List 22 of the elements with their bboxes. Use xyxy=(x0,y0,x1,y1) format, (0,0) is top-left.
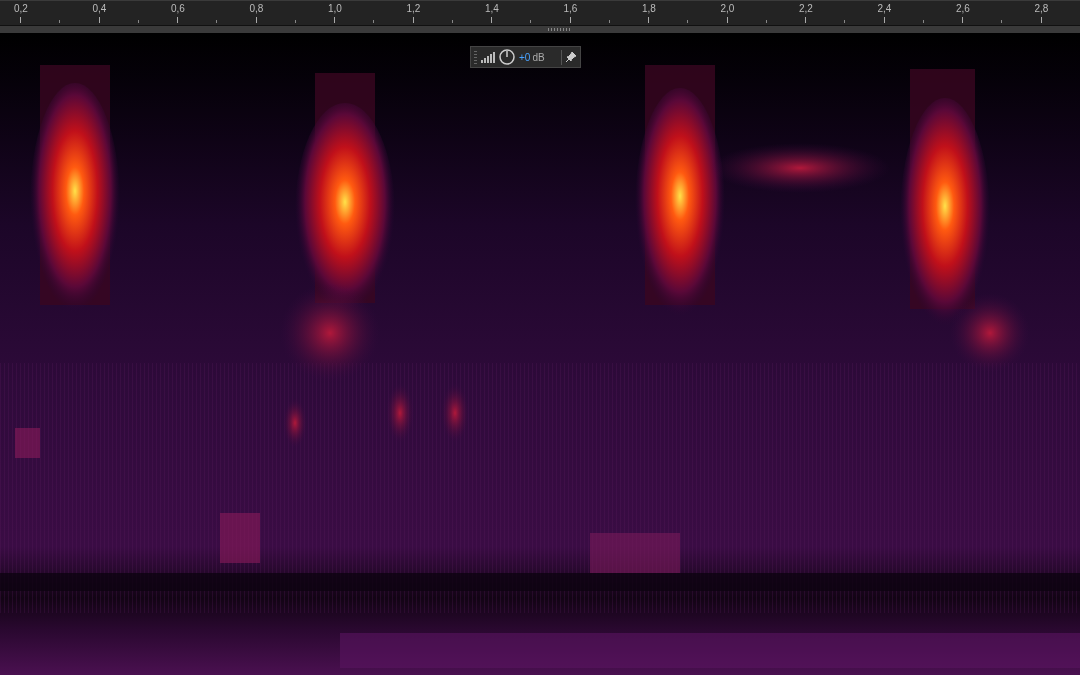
pin-icon[interactable] xyxy=(565,52,576,62)
time-label: 2,0 xyxy=(720,4,735,14)
time-label: 0,6 xyxy=(171,4,185,14)
time-label: 0,4 xyxy=(92,4,107,14)
time-label: 1,4 xyxy=(485,4,499,14)
time-label: 1,6 xyxy=(563,4,578,14)
signal-bars-icon xyxy=(481,51,495,63)
time-label: 1,0 xyxy=(328,4,342,14)
gain-value[interactable]: +0 xyxy=(519,49,531,65)
grip-icon[interactable] xyxy=(474,50,477,64)
time-label: 2,2 xyxy=(799,4,813,14)
volume-knob-icon[interactable] xyxy=(499,49,515,65)
time-label: 2,8 xyxy=(1034,4,1049,14)
time-label: 2,6 xyxy=(956,4,970,14)
time-label: 1,8 xyxy=(642,4,656,14)
time-label: 2,4 xyxy=(877,4,892,14)
gain-unit: dB xyxy=(532,50,545,65)
time-label: 0,2 xyxy=(14,4,28,14)
scrollbar-grip-icon[interactable] xyxy=(548,28,570,31)
time-label: 0,8 xyxy=(249,4,264,14)
time-label: 1,2 xyxy=(406,4,421,14)
time-ruler[interactable]: 0,2 0,4 0,6 0,8 1,0 1,2 1,4 1,6 1,8 2,0 2,2 2,4 2,6 2,8 xyxy=(0,0,1080,26)
